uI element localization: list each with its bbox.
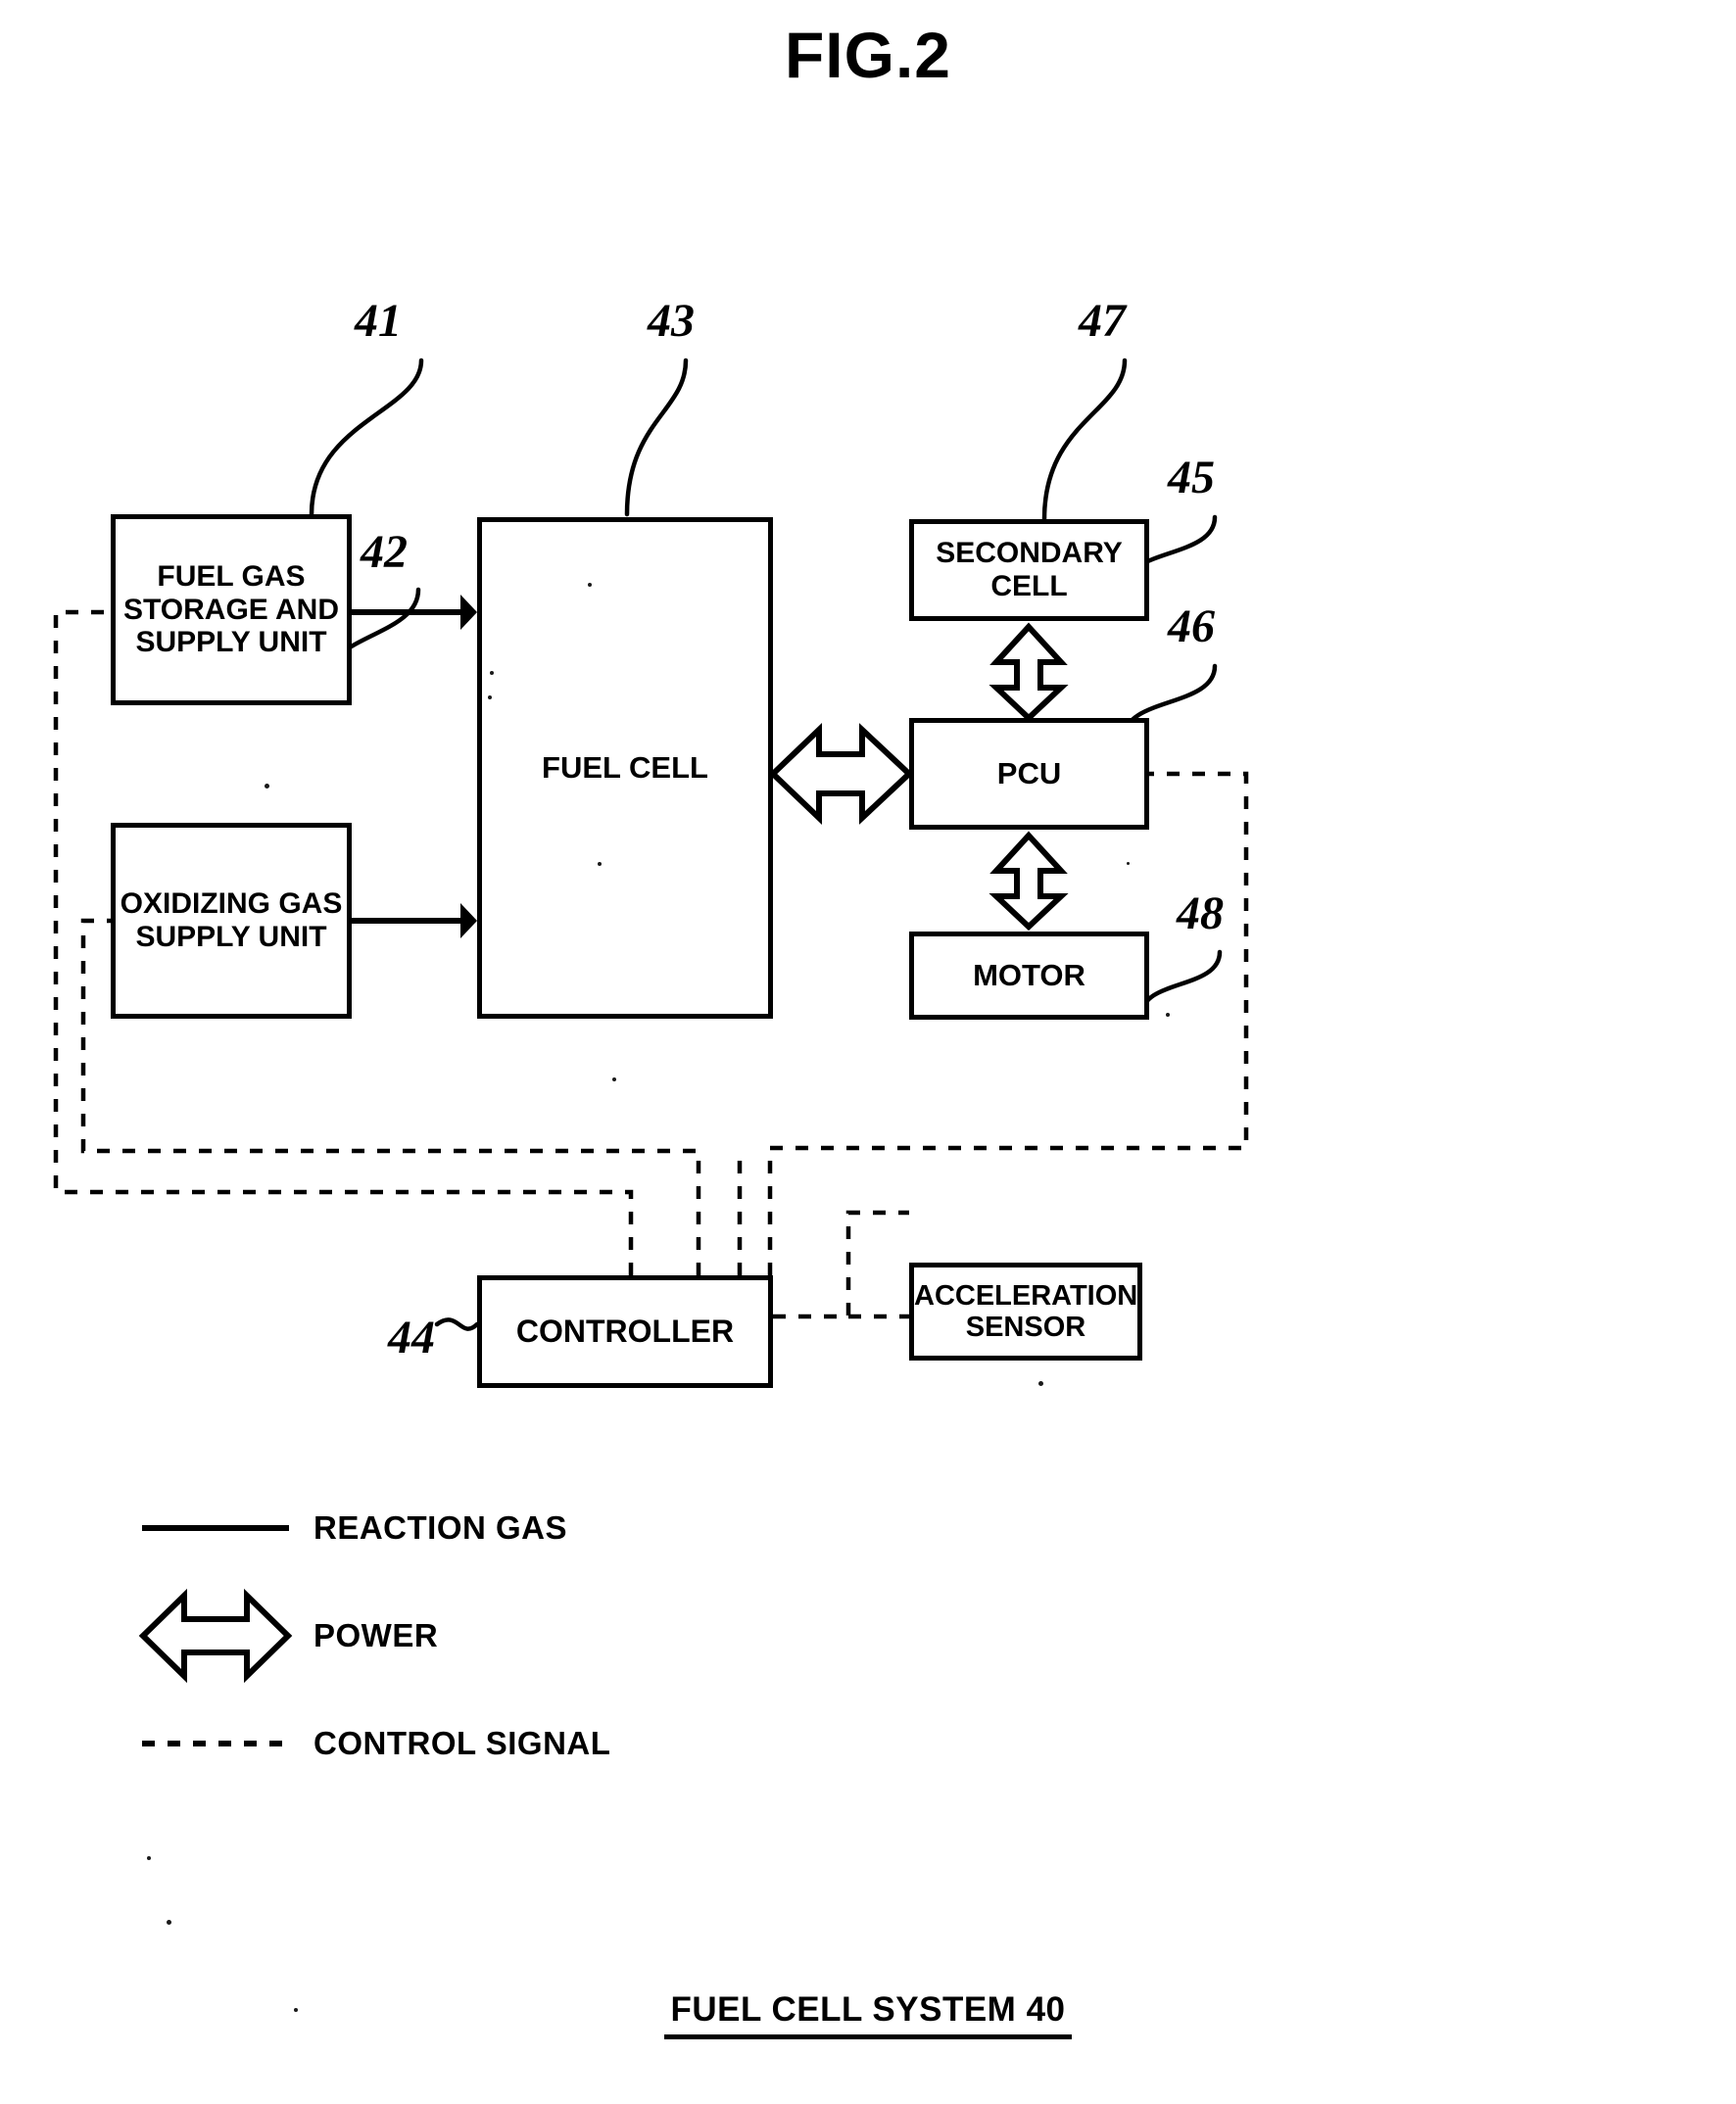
leader-43 [624, 358, 689, 517]
scan-speck [265, 784, 269, 789]
block-motor[interactable]: MOTOR [909, 932, 1149, 1020]
reference-numeral-43: 43 [648, 295, 695, 347]
block-pcu[interactable]: PCU [909, 718, 1149, 830]
reference-numeral-42: 42 [361, 526, 408, 578]
reference-numeral-47: 47 [1079, 295, 1126, 347]
legend-label-power: POWER [313, 1617, 439, 1653]
scan-speck [612, 1077, 616, 1081]
block-label-line2: CELL [990, 570, 1068, 602]
arrow-oxidizing-to-fuelcell-head [460, 903, 477, 938]
legend-item-reaction-gas: REACTION GAS [137, 1474, 921, 1582]
legend-label-control-signal: CONTROL SIGNAL [313, 1725, 611, 1761]
reference-numeral-48: 48 [1177, 887, 1224, 939]
reference-numeral-44: 44 [388, 1312, 435, 1363]
scan-speck [1127, 862, 1130, 865]
reference-numeral-46: 46 [1168, 600, 1215, 652]
power-arrow-fuelcell-pcu [768, 722, 914, 826]
legend-item-control-signal: CONTROL SIGNAL [137, 1690, 921, 1797]
scan-speck [167, 1920, 171, 1925]
reference-numeral-45: 45 [1168, 452, 1215, 503]
scan-speck [488, 695, 492, 699]
block-label: FUEL CELL [542, 749, 708, 785]
block-label-line2: STORAGE AND [122, 593, 340, 626]
dashed-line-icon [142, 1741, 289, 1746]
scan-speck [294, 2008, 298, 2012]
arrow-fuelgas-to-fuelcell-head [460, 595, 477, 630]
legend-item-power: POWER [137, 1582, 921, 1690]
power-arrow-secondarycell-pcu [989, 622, 1069, 723]
figure-canvas: FIG.2 FUEL GAS STORAGE AND SUPPLY UNIT O… [0, 0, 1736, 2104]
solid-line-icon [142, 1525, 289, 1531]
reference-numeral-41: 41 [355, 295, 402, 347]
block-secondary-cell[interactable]: SECONDARY CELL [909, 519, 1149, 621]
block-label: CONTROLLER [515, 1313, 735, 1349]
block-controller[interactable]: CONTROLLER [477, 1275, 773, 1388]
ctrl-line-to-accel [773, 1210, 909, 1319]
block-label: MOTOR [973, 957, 1085, 992]
block-oxidizing-gas-supply-unit[interactable]: OXIDIZING GAS SUPPLY UNIT [111, 823, 352, 1019]
block-label-line2: SUPPLY UNIT [135, 921, 327, 953]
figure-caption-wrap: FUEL CELL SYSTEM 40 [0, 1990, 1736, 2039]
leader-48 [1139, 949, 1223, 1017]
block-label-line1: FUEL GAS [157, 560, 306, 594]
legend: REACTION GAS POWER CONTROL SIGNAL [137, 1474, 921, 1797]
leader-44 [434, 1317, 480, 1331]
power-arrow-pcu-motor [989, 831, 1069, 932]
scan-speck [289, 573, 293, 577]
block-fuel-cell[interactable]: FUEL CELL [477, 517, 773, 1019]
leader-41 [309, 358, 424, 517]
figure-caption: FUEL CELL SYSTEM 40 [664, 1990, 1072, 2039]
block-acceleration-sensor[interactable]: ACCELERATION SENSOR [909, 1263, 1142, 1361]
legend-label-reaction-gas: REACTION GAS [313, 1509, 568, 1546]
ctrl-line-to-pcu [767, 771, 1249, 1275]
scan-speck [1166, 1013, 1170, 1017]
reaction-gas-arrows [352, 595, 477, 938]
block-label-line3: SUPPLY UNIT [135, 626, 327, 659]
block-fuel-gas-storage-and-supply-unit[interactable]: FUEL GAS STORAGE AND SUPPLY UNIT [111, 514, 352, 705]
double-headed-arrow-icon [138, 1588, 293, 1684]
block-label-line1: SECONDARY [936, 537, 1123, 570]
scan-speck [490, 671, 494, 675]
scan-speck [588, 583, 592, 587]
block-label-line2: SENSOR [965, 1312, 1086, 1343]
scan-speck [147, 1856, 151, 1860]
leader-47 [1041, 358, 1128, 522]
block-label-line1: OXIDIZING GAS [120, 887, 343, 921]
block-label: PCU [996, 755, 1062, 790]
scan-speck [1038, 1381, 1043, 1386]
scan-speck [598, 862, 602, 866]
block-label-line1: ACCELERATION [914, 1279, 1138, 1312]
